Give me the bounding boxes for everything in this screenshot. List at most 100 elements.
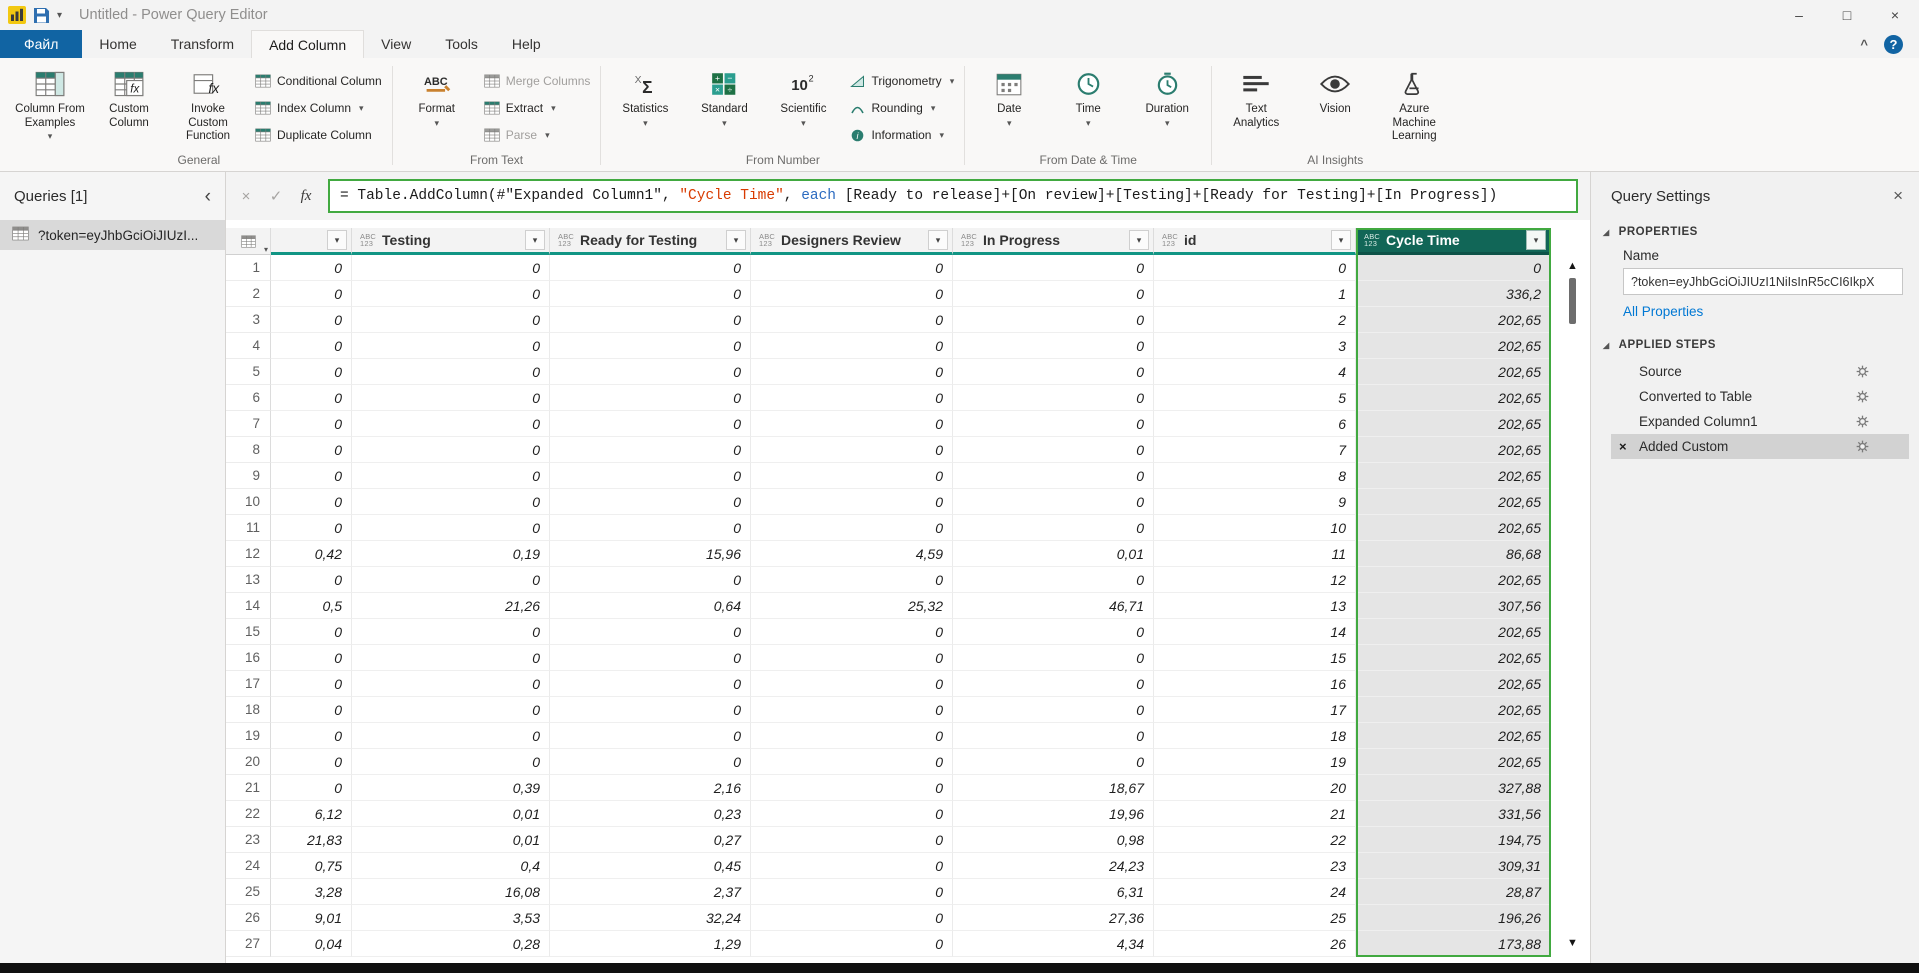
table-cell[interactable]: 0 bbox=[352, 567, 550, 593]
row-number[interactable]: 4 bbox=[226, 333, 271, 359]
duplicate-column-button[interactable]: Duplicate Column bbox=[255, 125, 382, 145]
table-cell[interactable]: 0 bbox=[953, 619, 1154, 645]
table-cell[interactable]: 0 bbox=[271, 515, 352, 541]
table-cell[interactable]: 0 bbox=[550, 645, 751, 671]
table-cell[interactable]: 0 bbox=[751, 619, 953, 645]
tab-transform[interactable]: Transform bbox=[154, 30, 251, 58]
information-button[interactable]: iInformation▾ bbox=[850, 125, 954, 145]
time-button[interactable]: Time▾ bbox=[1050, 64, 1126, 128]
row-number[interactable]: 14 bbox=[226, 593, 271, 619]
table-cell[interactable]: 28,87 bbox=[1356, 879, 1551, 905]
row-number[interactable]: 22 bbox=[226, 801, 271, 827]
table-cell[interactable]: 3,53 bbox=[352, 905, 550, 931]
table-cell[interactable]: 0 bbox=[751, 385, 953, 411]
table-cell[interactable]: 0 bbox=[271, 437, 352, 463]
table-cell[interactable]: 18,67 bbox=[953, 775, 1154, 801]
table-cell[interactable]: 0 bbox=[953, 359, 1154, 385]
table-cell[interactable]: 0 bbox=[751, 723, 953, 749]
table-cell[interactable]: 0 bbox=[751, 437, 953, 463]
table-cell[interactable]: 11 bbox=[1154, 541, 1356, 567]
queries-collapse-icon[interactable]: ‹ bbox=[205, 187, 211, 206]
table-cell[interactable]: 0 bbox=[271, 749, 352, 775]
table-cell[interactable]: 202,65 bbox=[1356, 645, 1551, 671]
table-cell[interactable]: 1 bbox=[1154, 281, 1356, 307]
table-cell[interactable]: 7 bbox=[1154, 437, 1356, 463]
table-cell[interactable]: 3,28 bbox=[271, 879, 352, 905]
table-cell[interactable]: 0 bbox=[751, 879, 953, 905]
table-cell[interactable]: 0 bbox=[352, 281, 550, 307]
row-number[interactable]: 20 bbox=[226, 749, 271, 775]
table-cell[interactable]: 0 bbox=[271, 671, 352, 697]
section-expand-icon[interactable]: ◢ bbox=[1603, 228, 1610, 237]
scroll-up-icon[interactable]: ▲ bbox=[1564, 260, 1581, 272]
table-cell[interactable]: 0 bbox=[751, 775, 953, 801]
table-cell[interactable]: 0 bbox=[751, 671, 953, 697]
table-cell[interactable]: 9 bbox=[1154, 489, 1356, 515]
tab-tools[interactable]: Tools bbox=[428, 30, 495, 58]
table-cell[interactable]: 0 bbox=[751, 567, 953, 593]
table-cell[interactable]: 46,71 bbox=[953, 593, 1154, 619]
table-cell[interactable]: 1,29 bbox=[550, 931, 751, 957]
table-cell[interactable]: 0 bbox=[271, 645, 352, 671]
table-cell[interactable]: 3 bbox=[1154, 333, 1356, 359]
table-cell[interactable]: 0 bbox=[953, 437, 1154, 463]
table-cell[interactable]: 202,65 bbox=[1356, 333, 1551, 359]
table-cell[interactable]: 0 bbox=[550, 333, 751, 359]
query-name-input[interactable] bbox=[1623, 268, 1903, 295]
table-cell[interactable]: 23 bbox=[1154, 853, 1356, 879]
table-cell[interactable]: 0 bbox=[953, 255, 1154, 281]
row-number[interactable]: 18 bbox=[226, 697, 271, 723]
table-cell[interactable]: 0 bbox=[953, 671, 1154, 697]
table-cell[interactable]: 25,32 bbox=[751, 593, 953, 619]
table-cell[interactable]: 0 bbox=[751, 333, 953, 359]
table-cell[interactable]: 0,01 bbox=[953, 541, 1154, 567]
table-cell[interactable]: 0 bbox=[550, 489, 751, 515]
row-number[interactable]: 25 bbox=[226, 879, 271, 905]
table-cell[interactable]: 10 bbox=[1154, 515, 1356, 541]
table-cell[interactable]: 22 bbox=[1154, 827, 1356, 853]
scroll-down-icon[interactable]: ▼ bbox=[1564, 937, 1581, 949]
table-cell[interactable]: 15 bbox=[1154, 645, 1356, 671]
table-cell[interactable]: 0,01 bbox=[352, 827, 550, 853]
formula-fx-icon[interactable]: fx bbox=[292, 188, 320, 205]
row-number[interactable]: 1 bbox=[226, 255, 271, 281]
table-cell[interactable]: 0 bbox=[550, 359, 751, 385]
table-cell[interactable]: 6 bbox=[1154, 411, 1356, 437]
file-tab[interactable]: Файл bbox=[0, 30, 82, 58]
table-cell[interactable]: 0 bbox=[271, 359, 352, 385]
table-cell[interactable]: 0 bbox=[352, 515, 550, 541]
table-cell[interactable]: 0 bbox=[550, 671, 751, 697]
row-number[interactable]: 3 bbox=[226, 307, 271, 333]
step-settings-gear-icon[interactable] bbox=[1856, 365, 1869, 378]
tab-view[interactable]: View bbox=[364, 30, 428, 58]
parse-button[interactable]: Parse▾ bbox=[484, 125, 591, 145]
table-cell[interactable]: 202,65 bbox=[1356, 567, 1551, 593]
table-cell[interactable]: 5 bbox=[1154, 385, 1356, 411]
formula-check-icon[interactable]: ✓ bbox=[262, 187, 290, 205]
table-cell[interactable]: 0 bbox=[271, 619, 352, 645]
table-cell[interactable]: 0 bbox=[352, 645, 550, 671]
table-cell[interactable]: 173,88 bbox=[1356, 931, 1551, 957]
invoke-custom-function-button[interactable]: fxInvoke CustomFunction bbox=[170, 64, 246, 144]
table-cell[interactable]: 0 bbox=[271, 411, 352, 437]
filter-dropdown-icon[interactable]: ▾ bbox=[726, 230, 746, 250]
filter-dropdown-icon[interactable]: ▾ bbox=[327, 230, 347, 250]
applied-step-added-custom[interactable]: ×Added Custom bbox=[1611, 434, 1909, 459]
table-cell[interactable]: 8 bbox=[1154, 463, 1356, 489]
azure-machine-learning-button[interactable]: Azure MachineLearning bbox=[1376, 64, 1452, 144]
table-cell[interactable]: 0 bbox=[352, 385, 550, 411]
table-cell[interactable]: 0 bbox=[550, 307, 751, 333]
table-cell[interactable]: 0 bbox=[550, 567, 751, 593]
table-cell[interactable]: 0 bbox=[271, 775, 352, 801]
table-cell[interactable]: 6,31 bbox=[953, 879, 1154, 905]
table-cell[interactable]: 0 bbox=[953, 749, 1154, 775]
table-cell[interactable]: 0 bbox=[751, 359, 953, 385]
table-cell[interactable]: 0 bbox=[751, 463, 953, 489]
table-cell[interactable]: 0 bbox=[953, 307, 1154, 333]
tab-help[interactable]: Help bbox=[495, 30, 558, 58]
applied-step-expanded-column1[interactable]: Expanded Column1 bbox=[1611, 409, 1909, 434]
table-cell[interactable]: 17 bbox=[1154, 697, 1356, 723]
row-number[interactable]: 5 bbox=[226, 359, 271, 385]
table-cell[interactable]: 0 bbox=[953, 723, 1154, 749]
tab-home[interactable]: Home bbox=[82, 30, 153, 58]
